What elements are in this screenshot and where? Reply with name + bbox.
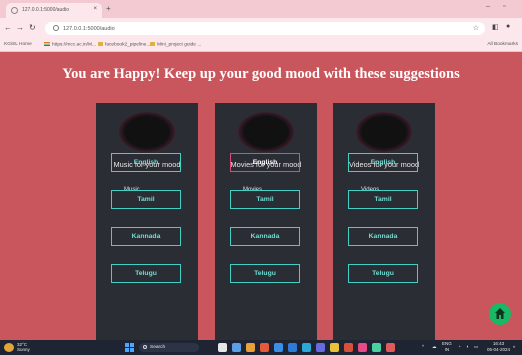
bookmark-item[interactable]: Mini_project guide ... <box>150 42 201 47</box>
minimize-icon[interactable]: – <box>486 3 490 10</box>
profile-icon[interactable]: ● <box>506 23 510 30</box>
home-fab[interactable] <box>489 303 511 325</box>
language-button-tamil[interactable]: Tamil <box>348 190 418 209</box>
record-disc-icon <box>238 112 294 152</box>
suggestion-card: Movies for your mood Movies English Tamil Ka… <box>215 103 317 340</box>
bookmark-item[interactable]: KGiSL Home <box>4 42 32 47</box>
sun-icon <box>4 343 14 352</box>
home-icon <box>495 308 505 319</box>
office-icon[interactable] <box>260 343 269 352</box>
teams-icon[interactable] <box>316 343 325 352</box>
widgets-icon[interactable] <box>232 343 241 352</box>
address-toolbar: ← → ↻ 127.0.0.1:5000/audio ☆ ◧ ● <box>0 18 522 38</box>
forward-arrow-icon[interactable]: → <box>16 23 24 32</box>
chrome-icon[interactable] <box>330 343 339 352</box>
vscode-icon[interactable] <box>302 343 311 352</box>
language-button-english[interactable]: English <box>348 153 418 172</box>
language-button-kannada[interactable]: Kannada <box>111 227 181 246</box>
record-disc-icon <box>356 112 412 152</box>
language-button-telugu[interactable]: Telugu <box>348 264 418 283</box>
back-arrow-icon[interactable]: ← <box>4 23 12 32</box>
language-button-english[interactable]: English <box>111 153 181 172</box>
suggestion-card: Videos for your mood Videos English Tamil Ka… <box>333 103 435 340</box>
url-bar[interactable]: 127.0.0.1:5000/audio ☆ <box>45 22 485 35</box>
tray-chevron-icon[interactable]: ^ <box>422 344 424 349</box>
language-button-tamil[interactable]: Tamil <box>111 190 181 209</box>
globe-icon <box>11 7 18 14</box>
browser-tab-bar: 127.0.0.1:5000/audio × + – ▫ <box>0 0 522 18</box>
record-disc-icon <box>119 112 175 152</box>
language-button-telugu[interactable]: Telugu <box>230 264 300 283</box>
wifi-icon[interactable]: ◔ <box>458 344 461 349</box>
page-title: You are Happy! Keep up your good mood wi… <box>62 66 460 82</box>
folder-icon <box>150 42 155 46</box>
taskbar-search[interactable]: Search <box>139 343 199 352</box>
app-icon[interactable] <box>372 343 381 352</box>
onedrive-icon[interactable]: ☁ <box>432 344 437 350</box>
site-info-icon[interactable] <box>53 25 59 31</box>
flag-icon <box>44 42 50 46</box>
language-button-kannada[interactable]: Kannada <box>348 227 418 246</box>
all-bookmarks[interactable]: All Bookmarks <box>487 42 518 47</box>
weather-widget[interactable]: 32°C Sunny <box>17 342 30 352</box>
close-tab-icon[interactable]: × <box>93 6 97 12</box>
app-icon[interactable] <box>386 343 395 352</box>
clock[interactable]: 16:43 05-04-2024 <box>487 341 510 353</box>
url-text: 127.0.0.1:5000/audio <box>63 25 115 32</box>
bookmark-item[interactable]: https://mcc.ac.in/M... <box>44 42 96 47</box>
new-tab-icon[interactable]: + <box>106 4 111 13</box>
browser-tab[interactable]: 127.0.0.1:5000/audio × <box>6 3 102 18</box>
task-view-icon[interactable] <box>218 343 227 352</box>
language-button-telugu[interactable]: Telugu <box>111 264 181 283</box>
reload-icon[interactable]: ↻ <box>29 23 36 32</box>
app-icon[interactable] <box>358 343 367 352</box>
notification-icon[interactable]: ◐ <box>513 344 516 349</box>
suggestion-card: Music for your mood Music English Tamil Kann… <box>96 103 198 340</box>
battery-icon[interactable]: ▭ <box>474 344 478 350</box>
file-explorer-icon[interactable] <box>246 343 255 352</box>
language-indicator[interactable]: ENG IN <box>442 341 452 353</box>
os-taskbar: 32°C Sunny Search ^ ☁ ENG IN ◔ ◖ ▭ 16:43… <box>0 340 522 355</box>
language-button-english[interactable]: English <box>230 153 300 172</box>
bookmark-star-icon[interactable]: ☆ <box>473 24 479 32</box>
extension-icon[interactable]: ◧ <box>492 23 499 31</box>
bookmark-item[interactable]: facebook2_pipeline... <box>98 42 150 47</box>
edge-icon[interactable] <box>274 343 283 352</box>
volume-icon[interactable]: ◖ <box>466 344 469 349</box>
language-button-kannada[interactable]: Kannada <box>230 227 300 246</box>
windows-start-icon[interactable] <box>125 343 134 352</box>
page-content: You are Happy! Keep up your good mood wi… <box>0 52 522 340</box>
bookmarks-bar: KGiSL Home https://mcc.ac.in/M... facebo… <box>0 38 522 52</box>
app-icon[interactable] <box>344 343 353 352</box>
folder-icon <box>98 42 103 46</box>
maximize-icon[interactable]: ▫ <box>503 3 505 10</box>
language-button-tamil[interactable]: Tamil <box>230 190 300 209</box>
search-icon <box>143 345 147 349</box>
tab-title: 127.0.0.1:5000/audio <box>22 7 69 13</box>
store-icon[interactable] <box>288 343 297 352</box>
